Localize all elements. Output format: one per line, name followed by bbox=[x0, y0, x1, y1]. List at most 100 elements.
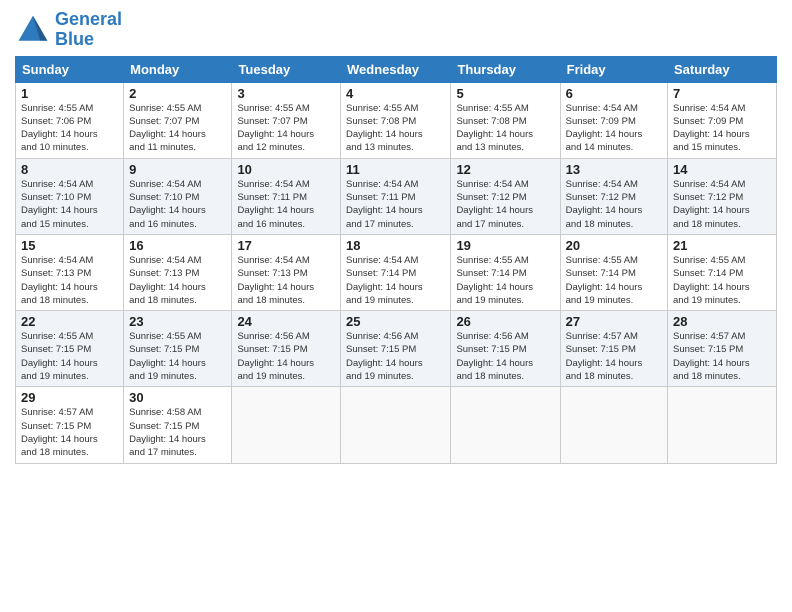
day-info: Sunrise: 4:54 AM Sunset: 7:11 PM Dayligh… bbox=[346, 178, 445, 231]
calendar-cell: 17Sunrise: 4:54 AM Sunset: 7:13 PM Dayli… bbox=[232, 234, 341, 310]
calendar-cell bbox=[560, 387, 667, 463]
day-number: 19 bbox=[456, 238, 554, 253]
calendar-cell: 5Sunrise: 4:55 AM Sunset: 7:08 PM Daylig… bbox=[451, 82, 560, 158]
calendar-cell: 2Sunrise: 4:55 AM Sunset: 7:07 PM Daylig… bbox=[124, 82, 232, 158]
day-of-week-header: Friday bbox=[560, 56, 667, 82]
day-number: 20 bbox=[566, 238, 662, 253]
day-of-week-header: Thursday bbox=[451, 56, 560, 82]
day-number: 24 bbox=[237, 314, 335, 329]
calendar-cell: 7Sunrise: 4:54 AM Sunset: 7:09 PM Daylig… bbox=[668, 82, 777, 158]
day-number: 3 bbox=[237, 86, 335, 101]
day-info: Sunrise: 4:54 AM Sunset: 7:10 PM Dayligh… bbox=[21, 178, 118, 231]
day-number: 8 bbox=[21, 162, 118, 177]
day-info: Sunrise: 4:54 AM Sunset: 7:13 PM Dayligh… bbox=[129, 254, 226, 307]
day-info: Sunrise: 4:58 AM Sunset: 7:15 PM Dayligh… bbox=[129, 406, 226, 459]
day-info: Sunrise: 4:55 AM Sunset: 7:08 PM Dayligh… bbox=[456, 102, 554, 155]
day-info: Sunrise: 4:54 AM Sunset: 7:12 PM Dayligh… bbox=[673, 178, 771, 231]
calendar-cell: 22Sunrise: 4:55 AM Sunset: 7:15 PM Dayli… bbox=[16, 311, 124, 387]
calendar-cell: 27Sunrise: 4:57 AM Sunset: 7:15 PM Dayli… bbox=[560, 311, 667, 387]
day-number: 28 bbox=[673, 314, 771, 329]
calendar-cell: 25Sunrise: 4:56 AM Sunset: 7:15 PM Dayli… bbox=[341, 311, 451, 387]
calendar-cell: 11Sunrise: 4:54 AM Sunset: 7:11 PM Dayli… bbox=[341, 158, 451, 234]
calendar-cell: 1Sunrise: 4:55 AM Sunset: 7:06 PM Daylig… bbox=[16, 82, 124, 158]
day-number: 14 bbox=[673, 162, 771, 177]
calendar-cell: 3Sunrise: 4:55 AM Sunset: 7:07 PM Daylig… bbox=[232, 82, 341, 158]
day-info: Sunrise: 4:54 AM Sunset: 7:12 PM Dayligh… bbox=[566, 178, 662, 231]
day-of-week-header: Tuesday bbox=[232, 56, 341, 82]
day-number: 5 bbox=[456, 86, 554, 101]
day-number: 17 bbox=[237, 238, 335, 253]
calendar-week-row: 1Sunrise: 4:55 AM Sunset: 7:06 PM Daylig… bbox=[16, 82, 777, 158]
day-number: 7 bbox=[673, 86, 771, 101]
day-of-week-header: Saturday bbox=[668, 56, 777, 82]
page: General Blue SundayMondayTuesdayWednesda… bbox=[0, 0, 792, 612]
calendar-cell: 14Sunrise: 4:54 AM Sunset: 7:12 PM Dayli… bbox=[668, 158, 777, 234]
calendar-week-row: 22Sunrise: 4:55 AM Sunset: 7:15 PM Dayli… bbox=[16, 311, 777, 387]
day-info: Sunrise: 4:54 AM Sunset: 7:09 PM Dayligh… bbox=[673, 102, 771, 155]
day-info: Sunrise: 4:54 AM Sunset: 7:13 PM Dayligh… bbox=[237, 254, 335, 307]
calendar-week-row: 15Sunrise: 4:54 AM Sunset: 7:13 PM Dayli… bbox=[16, 234, 777, 310]
day-number: 4 bbox=[346, 86, 445, 101]
calendar-cell: 30Sunrise: 4:58 AM Sunset: 7:15 PM Dayli… bbox=[124, 387, 232, 463]
day-info: Sunrise: 4:55 AM Sunset: 7:07 PM Dayligh… bbox=[237, 102, 335, 155]
day-info: Sunrise: 4:57 AM Sunset: 7:15 PM Dayligh… bbox=[21, 406, 118, 459]
day-number: 29 bbox=[21, 390, 118, 405]
day-number: 13 bbox=[566, 162, 662, 177]
day-info: Sunrise: 4:54 AM Sunset: 7:10 PM Dayligh… bbox=[129, 178, 226, 231]
day-info: Sunrise: 4:54 AM Sunset: 7:13 PM Dayligh… bbox=[21, 254, 118, 307]
day-number: 2 bbox=[129, 86, 226, 101]
calendar-cell: 23Sunrise: 4:55 AM Sunset: 7:15 PM Dayli… bbox=[124, 311, 232, 387]
calendar-cell: 18Sunrise: 4:54 AM Sunset: 7:14 PM Dayli… bbox=[341, 234, 451, 310]
calendar-cell: 4Sunrise: 4:55 AM Sunset: 7:08 PM Daylig… bbox=[341, 82, 451, 158]
day-info: Sunrise: 4:55 AM Sunset: 7:08 PM Dayligh… bbox=[346, 102, 445, 155]
calendar-cell: 6Sunrise: 4:54 AM Sunset: 7:09 PM Daylig… bbox=[560, 82, 667, 158]
calendar-cell: 16Sunrise: 4:54 AM Sunset: 7:13 PM Dayli… bbox=[124, 234, 232, 310]
calendar-header-row: SundayMondayTuesdayWednesdayThursdayFrid… bbox=[16, 56, 777, 82]
day-number: 16 bbox=[129, 238, 226, 253]
day-info: Sunrise: 4:54 AM Sunset: 7:11 PM Dayligh… bbox=[237, 178, 335, 231]
calendar-cell: 13Sunrise: 4:54 AM Sunset: 7:12 PM Dayli… bbox=[560, 158, 667, 234]
logo-icon bbox=[15, 12, 51, 48]
logo: General Blue bbox=[15, 10, 122, 50]
calendar-cell: 19Sunrise: 4:55 AM Sunset: 7:14 PM Dayli… bbox=[451, 234, 560, 310]
day-number: 25 bbox=[346, 314, 445, 329]
calendar-cell: 8Sunrise: 4:54 AM Sunset: 7:10 PM Daylig… bbox=[16, 158, 124, 234]
day-info: Sunrise: 4:56 AM Sunset: 7:15 PM Dayligh… bbox=[237, 330, 335, 383]
day-number: 11 bbox=[346, 162, 445, 177]
logo-text: General Blue bbox=[55, 10, 122, 50]
day-number: 6 bbox=[566, 86, 662, 101]
day-number: 10 bbox=[237, 162, 335, 177]
day-info: Sunrise: 4:56 AM Sunset: 7:15 PM Dayligh… bbox=[456, 330, 554, 383]
calendar-cell: 9Sunrise: 4:54 AM Sunset: 7:10 PM Daylig… bbox=[124, 158, 232, 234]
day-number: 15 bbox=[21, 238, 118, 253]
day-number: 26 bbox=[456, 314, 554, 329]
day-info: Sunrise: 4:54 AM Sunset: 7:09 PM Dayligh… bbox=[566, 102, 662, 155]
day-info: Sunrise: 4:55 AM Sunset: 7:06 PM Dayligh… bbox=[21, 102, 118, 155]
calendar-cell: 28Sunrise: 4:57 AM Sunset: 7:15 PM Dayli… bbox=[668, 311, 777, 387]
day-info: Sunrise: 4:54 AM Sunset: 7:14 PM Dayligh… bbox=[346, 254, 445, 307]
day-of-week-header: Monday bbox=[124, 56, 232, 82]
calendar-cell bbox=[232, 387, 341, 463]
day-info: Sunrise: 4:57 AM Sunset: 7:15 PM Dayligh… bbox=[566, 330, 662, 383]
day-number: 27 bbox=[566, 314, 662, 329]
day-of-week-header: Sunday bbox=[16, 56, 124, 82]
day-info: Sunrise: 4:56 AM Sunset: 7:15 PM Dayligh… bbox=[346, 330, 445, 383]
calendar-cell: 24Sunrise: 4:56 AM Sunset: 7:15 PM Dayli… bbox=[232, 311, 341, 387]
day-info: Sunrise: 4:54 AM Sunset: 7:12 PM Dayligh… bbox=[456, 178, 554, 231]
calendar-week-row: 29Sunrise: 4:57 AM Sunset: 7:15 PM Dayli… bbox=[16, 387, 777, 463]
day-info: Sunrise: 4:55 AM Sunset: 7:07 PM Dayligh… bbox=[129, 102, 226, 155]
calendar-cell: 26Sunrise: 4:56 AM Sunset: 7:15 PM Dayli… bbox=[451, 311, 560, 387]
day-number: 1 bbox=[21, 86, 118, 101]
day-info: Sunrise: 4:55 AM Sunset: 7:14 PM Dayligh… bbox=[456, 254, 554, 307]
day-info: Sunrise: 4:55 AM Sunset: 7:14 PM Dayligh… bbox=[673, 254, 771, 307]
header: General Blue bbox=[15, 10, 777, 50]
day-number: 30 bbox=[129, 390, 226, 405]
calendar-cell: 20Sunrise: 4:55 AM Sunset: 7:14 PM Dayli… bbox=[560, 234, 667, 310]
calendar-cell bbox=[451, 387, 560, 463]
day-number: 21 bbox=[673, 238, 771, 253]
day-info: Sunrise: 4:55 AM Sunset: 7:15 PM Dayligh… bbox=[129, 330, 226, 383]
calendar-cell: 12Sunrise: 4:54 AM Sunset: 7:12 PM Dayli… bbox=[451, 158, 560, 234]
calendar-cell bbox=[341, 387, 451, 463]
calendar-cell: 29Sunrise: 4:57 AM Sunset: 7:15 PM Dayli… bbox=[16, 387, 124, 463]
day-info: Sunrise: 4:55 AM Sunset: 7:15 PM Dayligh… bbox=[21, 330, 118, 383]
